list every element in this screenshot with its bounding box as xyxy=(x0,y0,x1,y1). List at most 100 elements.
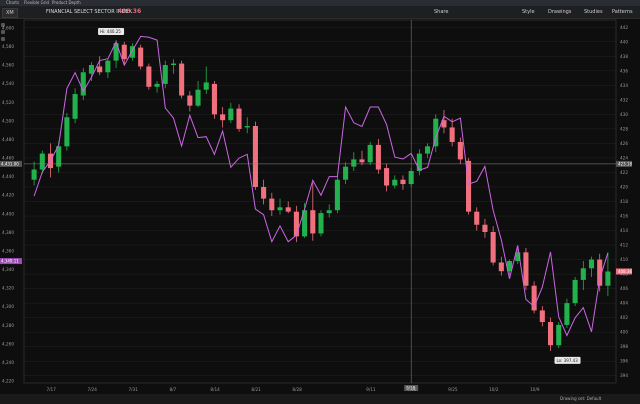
right-tick-label: 422 xyxy=(620,170,628,175)
right-tick-label: 442 xyxy=(620,25,628,30)
x-tick-label: 8/28 xyxy=(292,387,302,392)
candle-body xyxy=(564,303,570,325)
candle-body xyxy=(318,213,324,234)
right-tick-label: 418 xyxy=(620,199,628,204)
left-tick-label: 4,320 xyxy=(2,286,14,291)
candle-body xyxy=(211,83,217,115)
candle-body xyxy=(367,144,373,163)
crosshair-right-label: 423.18 xyxy=(618,161,632,166)
x-tick-label: 8/21 xyxy=(251,387,261,392)
high-label: Hi: 440.25 xyxy=(100,29,121,34)
candle-body xyxy=(170,63,176,66)
candle-body xyxy=(588,259,595,269)
left-tick-label: 4,300 xyxy=(2,304,14,309)
candle-body xyxy=(556,324,562,346)
right-tick-label: 438 xyxy=(620,54,628,59)
candle-body xyxy=(572,279,578,304)
candle-body xyxy=(326,210,332,214)
candle-body xyxy=(277,207,283,211)
candle-body xyxy=(457,141,463,160)
candle-body xyxy=(523,252,529,286)
x-tick-label: 8/14 xyxy=(210,387,220,392)
left-tick-label: 4,280 xyxy=(2,323,14,328)
bottom-bar: Drawing set: Default xyxy=(0,394,640,404)
right-tick-label: 426 xyxy=(620,141,628,146)
left-tick-label: 4,520 xyxy=(2,100,14,105)
candle-body xyxy=(244,125,250,128)
x-tick-label: 7/24 xyxy=(87,387,97,392)
right-tick-label: 430 xyxy=(620,112,628,117)
candle-body xyxy=(138,47,144,67)
x-tick-label: 8/7 xyxy=(169,387,176,392)
candle-body xyxy=(343,166,349,180)
candle-body xyxy=(285,207,291,212)
candle-body xyxy=(97,66,103,73)
candle-body xyxy=(236,108,242,129)
right-tick-label: 432 xyxy=(620,97,628,102)
right-tick-label: 406 xyxy=(620,286,628,291)
right-tick-label: 398 xyxy=(620,344,628,349)
candle-body xyxy=(121,44,127,60)
candle-body xyxy=(392,179,398,186)
x-tick-label: 7/31 xyxy=(128,387,138,392)
candle-body xyxy=(384,168,390,186)
right-tick-label: 420 xyxy=(620,184,628,189)
candle-body xyxy=(64,117,70,147)
right-tick-label: 404 xyxy=(620,301,628,306)
candle-body xyxy=(269,198,275,211)
candle-body xyxy=(482,224,488,232)
x-tick-label: 10/9 xyxy=(530,387,540,392)
candle-body xyxy=(605,271,611,286)
left-tick-label: 4,460 xyxy=(2,156,14,161)
candle-body xyxy=(580,268,586,280)
left-tick-label: 4,440 xyxy=(2,174,14,179)
right-tick-label: 428 xyxy=(620,126,628,131)
price-chart[interactable]: 442 440 438 436 434 432 430 428 426 424 422 420 418 4… xyxy=(0,0,640,404)
right-tick-label: 434 xyxy=(620,83,628,88)
right-tick-label: 436 xyxy=(620,68,628,73)
right-tick-label: 414 xyxy=(620,228,628,233)
candle-body xyxy=(146,66,152,87)
right-tick-label: 394 xyxy=(620,373,628,378)
right-tick-label: 410 xyxy=(620,257,628,262)
left-tick-label: 4,500 xyxy=(2,118,14,123)
candle-body xyxy=(72,94,78,119)
x-tick-label: 7/17 xyxy=(46,387,56,392)
right-tick-label: 424 xyxy=(620,155,628,160)
candle-body xyxy=(425,146,431,154)
right-tick-label: 396 xyxy=(620,359,628,364)
candle-body xyxy=(179,63,185,96)
candle-body xyxy=(105,60,111,73)
left-tick-label: 4,240 xyxy=(2,360,14,365)
candle-body xyxy=(203,82,209,90)
x-tick-label: 9/25 xyxy=(448,387,458,392)
candle-body xyxy=(162,65,168,84)
candle-body xyxy=(449,127,455,142)
x-tick-label: 9/11 xyxy=(366,387,376,392)
candle-body xyxy=(220,114,226,121)
candle-body xyxy=(195,89,201,106)
left-tick-label: 4,580 xyxy=(2,44,14,49)
candle-body xyxy=(400,179,406,185)
right-tick-label: 402 xyxy=(620,315,628,320)
right-tick-label: 416 xyxy=(620,214,628,219)
left-tick-label: 4,260 xyxy=(2,341,14,346)
left-tick-label: 4,220 xyxy=(2,379,14,384)
right-tick-label: 440 xyxy=(620,39,628,44)
candle-body xyxy=(252,125,258,187)
candle-body xyxy=(498,262,504,272)
comparison-marker-label: 4,349.11 xyxy=(1,259,19,264)
last-price-label: 408.36 xyxy=(618,269,632,274)
left-tick-label: 4,420 xyxy=(2,193,14,198)
candle-body xyxy=(187,95,193,106)
candle-body xyxy=(375,144,381,170)
candle-body xyxy=(310,210,316,234)
x-tick-label: 9/18 xyxy=(407,387,417,392)
left-tick-label: 4,480 xyxy=(2,137,14,142)
candle-body xyxy=(228,108,234,121)
candle-body xyxy=(490,231,496,263)
left-tick-label: 4,560 xyxy=(2,63,14,68)
candle-body xyxy=(293,211,299,237)
candle-body xyxy=(39,153,45,170)
drawing-set-label[interactable]: Drawing set: Default xyxy=(560,394,601,404)
